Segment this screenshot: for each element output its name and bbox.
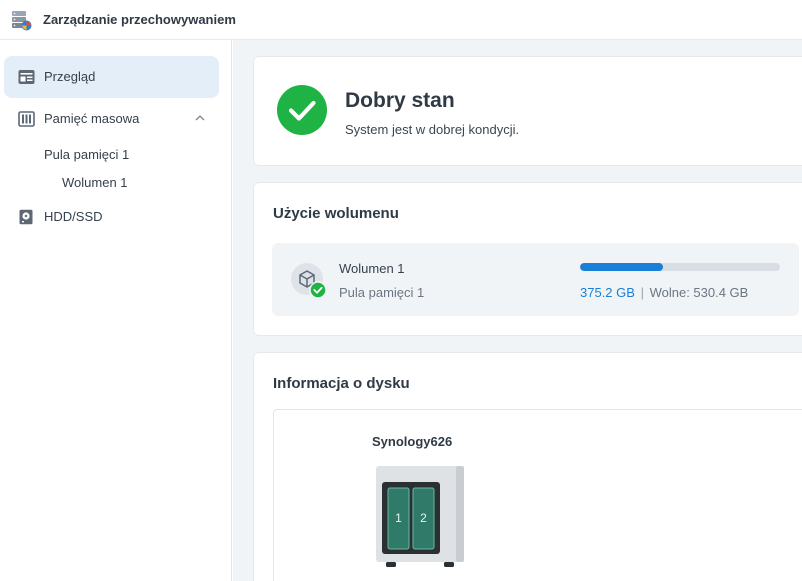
section-title: Użycie wolumenu	[273, 205, 399, 222]
sidebar-subitem-volume[interactable]: Wolumen 1	[62, 175, 128, 190]
health-status-card: Dobry stan System jest w dobrej kondycji…	[253, 56, 802, 166]
volume-healthy-icon	[291, 263, 327, 299]
sidebar-item-label: HDD/SSD	[44, 209, 103, 224]
nas-device-image[interactable]: 1 2	[374, 466, 464, 570]
sidebar-item-storage[interactable]: Pamięć masowa	[4, 98, 219, 140]
volume-used: 375.2 GB	[580, 285, 635, 300]
stats-separator: |	[640, 285, 644, 300]
volume-usage-bar	[580, 263, 780, 271]
section-title: Informacja o dysku	[273, 375, 410, 392]
main-content: Dobry stan System jest w dobrej kondycji…	[233, 40, 802, 581]
volume-free: Wolne: 530.4 GB	[649, 285, 749, 300]
chevron-up-icon[interactable]	[194, 112, 206, 124]
device-name: Synology626	[372, 434, 453, 449]
volume-stats: 375.2 GB | Wolne: 530.4 GB	[580, 285, 748, 300]
sidebar-item-label: Przegląd	[44, 69, 96, 84]
storage-icon	[18, 111, 35, 127]
sidebar: Przegląd Pamięć masowa Pula pamięci 1 Wo…	[0, 40, 232, 581]
drive-icon	[19, 209, 33, 225]
sidebar-item-hdd-ssd[interactable]: HDD/SSD	[4, 196, 219, 238]
status-ok-icon	[277, 85, 327, 135]
sidebar-item-overview[interactable]: Przegląd	[4, 56, 219, 98]
volume-name: Wolumen 1	[339, 261, 405, 276]
title-bar: Zarządzanie przechowywaniem	[0, 0, 802, 40]
bay-2-label: 2	[420, 511, 427, 525]
volume-pool: Pula pamięci 1	[339, 285, 425, 300]
status-title: Dobry stan	[345, 89, 455, 112]
disk-info-panel: Synology626 1 2	[273, 409, 802, 581]
status-subtitle: System jest w dobrej kondycji.	[345, 122, 520, 137]
overview-icon	[18, 70, 35, 84]
volume-usage-bar-fill	[580, 263, 663, 271]
volume-usage-card: Użycie wolumenu Wolumen 1 Pula pamięci 1…	[253, 182, 802, 336]
bay-1-label: 1	[395, 511, 402, 525]
sidebar-item-label: Pamięć masowa	[44, 111, 140, 126]
storage-manager-icon	[12, 11, 32, 31]
app-title: Zarządzanie przechowywaniem	[43, 12, 236, 27]
disk-info-card: Informacja o dysku Synology626 1 2	[253, 352, 802, 581]
sidebar-subitem-storage-pool[interactable]: Pula pamięci 1	[44, 147, 129, 162]
volume-row[interactable]: Wolumen 1 Pula pamięci 1 375.2 GB | Woln…	[272, 243, 799, 316]
